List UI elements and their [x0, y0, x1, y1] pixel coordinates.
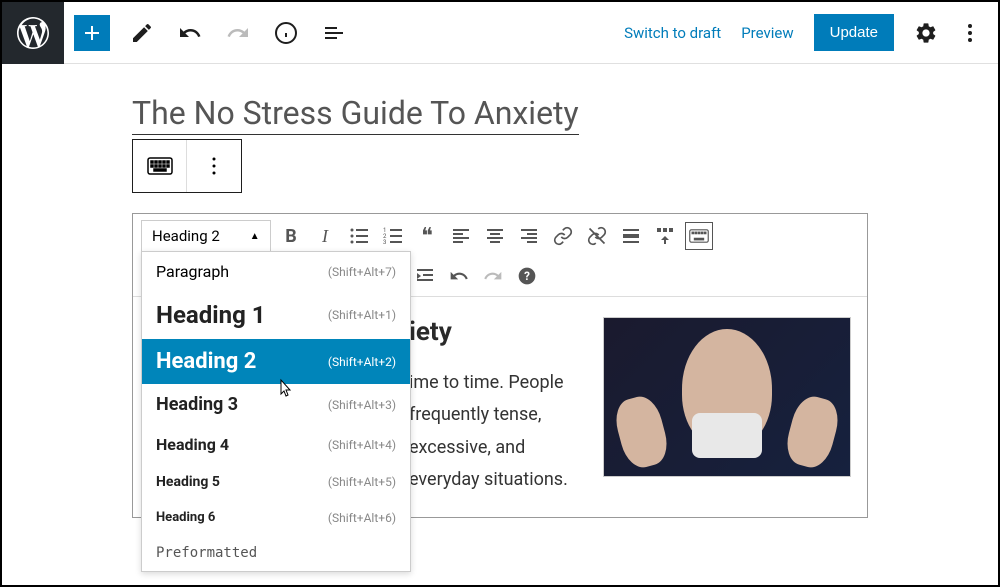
toolbar-toggle-button[interactable]: [651, 222, 679, 250]
content-paragraph[interactable]: ime to time. People frequently tense, ex…: [409, 367, 583, 497]
unlink-button[interactable]: [583, 222, 611, 250]
content-image[interactable]: [603, 317, 851, 477]
bullet-list-button[interactable]: [345, 222, 373, 250]
svg-text:3: 3: [383, 239, 386, 246]
align-center-button[interactable]: [481, 222, 509, 250]
svg-text:?: ?: [524, 269, 530, 283]
undo-button[interactable]: [445, 262, 473, 290]
block-toolbar: [132, 139, 242, 193]
format-option-label: Heading 4: [156, 435, 229, 454]
redo-button[interactable]: [479, 262, 507, 290]
format-option-paragraph[interactable]: Paragraph (Shift+Alt+7): [142, 252, 410, 291]
format-option-heading-1[interactable]: Heading 1 (Shift+Alt+1): [142, 291, 410, 339]
content-heading[interactable]: iety: [409, 317, 583, 347]
format-dropdown: Paragraph (Shift+Alt+7) Heading 1 (Shift+Al…: [141, 251, 411, 572]
redo-icon: [226, 21, 250, 45]
format-select[interactable]: Heading 2 ▲ Paragraph(Shift+Alt+7)Headin…: [141, 220, 271, 252]
classic-editor-block: Heading 2 ▲ Paragraph (Shift+Alt+7) Headin…: [132, 213, 868, 518]
numbered-list-button[interactable]: 123: [379, 222, 407, 250]
format-option-preformatted[interactable]: Preformatted: [142, 535, 410, 571]
switch-to-draft-button[interactable]: Switch to draft: [624, 24, 721, 42]
keyboard-icon[interactable]: [133, 140, 187, 192]
quote-button[interactable]: ❝: [413, 222, 441, 250]
align-left-button[interactable]: [447, 222, 475, 250]
format-option-shortcut: (Shift+Alt+6): [328, 511, 396, 525]
more-menu-icon[interactable]: [958, 21, 982, 45]
format-option-heading-4[interactable]: Heading 4 (Shift+Alt+4): [142, 425, 410, 464]
format-option-shortcut: (Shift+Alt+1): [328, 308, 396, 322]
keyboard-toggle-button[interactable]: [685, 222, 713, 250]
update-button[interactable]: Update: [814, 14, 894, 51]
wordpress-logo[interactable]: [2, 2, 64, 64]
format-option-label: Heading 3: [156, 394, 238, 415]
format-option-heading-6[interactable]: Heading 6 (Shift+Alt+6): [142, 500, 410, 535]
insert-more-button[interactable]: [617, 222, 645, 250]
link-button[interactable]: [549, 222, 577, 250]
preview-button[interactable]: Preview: [741, 24, 793, 42]
format-option-heading-5[interactable]: Heading 5 (Shift+Alt+5): [142, 464, 410, 500]
align-right-button[interactable]: [515, 222, 543, 250]
info-icon[interactable]: [274, 21, 298, 45]
format-option-heading-2[interactable]: Heading 2 (Shift+Alt+2): [142, 339, 410, 384]
format-option-shortcut: (Shift+Alt+2): [328, 355, 396, 369]
post-title[interactable]: The No Stress Guide To Anxiety: [132, 94, 579, 135]
edit-icon[interactable]: [130, 21, 154, 45]
bold-button[interactable]: B: [277, 222, 305, 250]
format-option-heading-3[interactable]: Heading 3 (Shift+Alt+3): [142, 384, 410, 425]
help-button[interactable]: ?: [513, 262, 541, 290]
indent-button[interactable]: [411, 262, 439, 290]
format-option-shortcut: (Shift+Alt+3): [328, 398, 396, 412]
dropdown-up-icon: ▲: [250, 231, 260, 242]
undo-icon[interactable]: [178, 21, 202, 45]
format-option-shortcut: (Shift+Alt+7): [328, 265, 396, 279]
italic-button[interactable]: I: [311, 222, 339, 250]
format-option-shortcut: (Shift+Alt+4): [328, 438, 396, 452]
format-option-label: Heading 1: [156, 301, 266, 329]
block-more-icon[interactable]: [187, 140, 241, 192]
settings-icon[interactable]: [914, 21, 938, 45]
format-option-label: Preformatted: [156, 545, 257, 561]
format-option-label: Heading 2: [156, 349, 256, 374]
format-option-shortcut: (Shift+Alt+5): [328, 475, 396, 489]
format-select-label: Heading 2: [152, 227, 220, 245]
format-option-label: Heading 5: [156, 474, 220, 490]
tinymce-toolbar: Heading 2 ▲ Paragraph(Shift+Alt+7)Headin…: [133, 214, 867, 297]
format-option-label: Heading 6: [156, 510, 215, 525]
add-block-button[interactable]: [74, 15, 110, 51]
outline-icon[interactable]: [322, 21, 346, 45]
format-option-label: Paragraph: [156, 262, 229, 281]
